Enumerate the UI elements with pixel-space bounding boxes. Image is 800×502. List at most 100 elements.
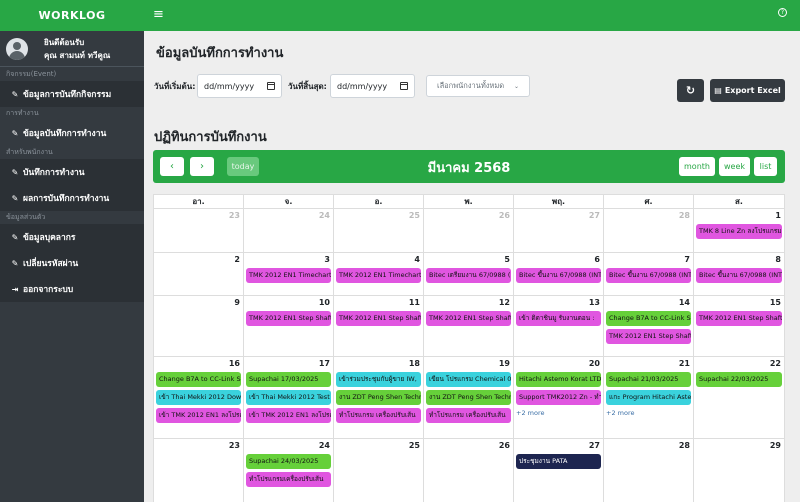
day-number[interactable]: 28	[679, 441, 690, 450]
day-cell[interactable]: 15 TMK 2012 EN1 Step Shaft	[694, 296, 785, 357]
day-number[interactable]: 9	[234, 298, 240, 307]
sidebar-item-logout[interactable]: ⇥ ออกจากระบบ	[0, 276, 144, 302]
day-number[interactable]: 21	[679, 359, 690, 368]
day-cell[interactable]: 10 TMK 2012 EN1 Step Shaft	[244, 296, 334, 357]
day-number[interactable]: 10	[319, 298, 330, 307]
day-cell[interactable]: 23	[154, 209, 244, 253]
calendar-event[interactable]: Support TMK2012 Zn - ทำ	[516, 390, 601, 405]
day-number[interactable]: 27	[589, 441, 600, 450]
day-cell[interactable]: 23	[154, 439, 244, 502]
help-icon[interactable]: ?	[778, 8, 787, 17]
day-cell[interactable]: 25	[334, 209, 424, 253]
day-number[interactable]: 25	[409, 441, 420, 450]
day-cell[interactable]: 13 เข้า ติดาชินมู รับงานตอน :	[514, 296, 604, 357]
day-cell[interactable]: 20 Hitachi Astemo Korat LTD. Support TMK20…	[514, 357, 604, 439]
day-cell[interactable]: 16 Change B7A to CC-Link Sy เข้า Thai Mekk…	[154, 357, 244, 439]
calendar-event[interactable]: TMK 8 Line Zn ลงโปรแกรม	[696, 224, 782, 239]
calendar-event[interactable]: งาน ZDT Peng Shen Techn	[336, 390, 421, 405]
calendar-event[interactable]: เข้า Thai Mekki 2012 Test l	[246, 390, 331, 405]
day-number[interactable]: 15	[770, 298, 781, 307]
day-number[interactable]: 18	[409, 359, 420, 368]
export-excel-button[interactable]: ▤ Export Excel	[710, 79, 785, 102]
day-number[interactable]: 16	[229, 359, 240, 368]
day-number[interactable]: 22	[770, 359, 781, 368]
calendar-event[interactable]: TMK 2012 EN1 Step Shaft	[336, 311, 421, 326]
day-number[interactable]: 4	[414, 255, 420, 264]
calendar-event[interactable]: เข้า Thai Mekki 2012 Down	[156, 390, 241, 405]
sidebar-item-work-results[interactable]: ✎ ผลการบันทึกการทำงาน	[0, 185, 144, 211]
list-view-button[interactable]: list	[754, 157, 777, 176]
refresh-button[interactable]: ↻	[677, 79, 704, 102]
calendar-icon[interactable]	[400, 82, 408, 90]
calendar-event[interactable]: เขียน โปรแกรม Chemical 0	[426, 372, 511, 387]
day-number[interactable]: 26	[499, 441, 510, 450]
day-number[interactable]: 8	[775, 255, 781, 264]
employee-select[interactable]: เลือกพนักงานทั้งหมด ⌄	[426, 75, 530, 97]
day-cell[interactable]: 29	[694, 439, 785, 502]
day-cell[interactable]: 26	[424, 209, 514, 253]
day-number[interactable]: 14	[679, 298, 690, 307]
day-number[interactable]: 27	[589, 211, 600, 220]
day-number[interactable]: 1	[775, 211, 781, 220]
day-number[interactable]: 24	[319, 211, 330, 220]
calendar-event[interactable]: TMK 2012 EN1 Timechart	[336, 268, 421, 283]
day-cell[interactable]: 28	[604, 209, 694, 253]
calendar-event[interactable]: แกะ Program Hitachi Aste	[606, 390, 691, 405]
day-number[interactable]: 19	[499, 359, 510, 368]
day-cell[interactable]: 8 Bitec ขึ้นงาน 67/0988 (INT	[694, 253, 785, 296]
calendar-event[interactable]: ทำโปรแกรมเครื่องปรับเส้น	[246, 472, 331, 487]
calendar-event[interactable]: TMK 2012 EN1 Timechart	[246, 268, 331, 283]
day-number[interactable]: 29	[770, 441, 781, 450]
day-cell[interactable]: 22 Supachai 22/03/2025	[694, 357, 785, 439]
sidebar-item-record-work[interactable]: ✎ บันทึกการทำงาน	[0, 159, 144, 185]
day-number[interactable]: 2	[234, 255, 240, 264]
sidebar-item-activity-log[interactable]: ✎ ข้อมูลการบันทึกกิจกรรม	[0, 81, 144, 107]
day-number[interactable]: 17	[319, 359, 330, 368]
week-view-button[interactable]: week	[719, 157, 750, 176]
day-number[interactable]: 7	[684, 255, 690, 264]
calendar-event[interactable]: Change B7A to CC-Link Sy	[156, 372, 241, 387]
day-number[interactable]: 24	[319, 441, 330, 450]
calendar-event[interactable]: ทำโปรแกรม เครื่องปรับเส้น	[336, 408, 421, 423]
sidebar-item-personnel[interactable]: ✎ ข้อมูลบุคลากร	[0, 224, 144, 250]
more-events-link[interactable]: +2 more	[606, 409, 635, 417]
day-cell[interactable]: 25	[334, 439, 424, 502]
day-number[interactable]: 13	[589, 298, 600, 307]
calendar-event[interactable]: เข้า TMK 2012 EN1 ลงโปรแ	[246, 408, 331, 423]
day-number[interactable]: 6	[594, 255, 600, 264]
day-cell[interactable]: 12 TMK 2012 EN1 Step Shaft	[424, 296, 514, 357]
day-cell[interactable]: 6 Bitec ขึ้นงาน 67/0988 (INT	[514, 253, 604, 296]
day-number[interactable]: 25	[409, 211, 420, 220]
day-cell[interactable]: 27 ประชุมงาน PATA	[514, 439, 604, 502]
calendar-event[interactable]: Hitachi Astemo Korat LTD.	[516, 372, 601, 387]
brand-logo[interactable]: WORKLOG	[0, 0, 144, 31]
calendar-event[interactable]: Supachai 22/03/2025	[696, 372, 782, 387]
calendar-event[interactable]: Supachai 21/03/2025	[606, 372, 691, 387]
day-number[interactable]: 28	[679, 211, 690, 220]
day-cell[interactable]: 4 TMK 2012 EN1 Timechart	[334, 253, 424, 296]
calendar-event[interactable]: TMK 2012 EN1 Step Shaft	[426, 311, 511, 326]
day-cell[interactable]: 3 TMK 2012 EN1 Timechart	[244, 253, 334, 296]
calendar-event[interactable]: Bitec ขึ้นงาน 67/0988 (INT	[606, 268, 691, 283]
calendar-event[interactable]: เข้าร่วมประชุมกับผู้ขาย IW,	[336, 372, 421, 387]
day-cell[interactable]: 7 Bitec ขึ้นงาน 67/0988 (INT	[604, 253, 694, 296]
calendar-event[interactable]: TMK 2012 EN1 Step Shaft	[246, 311, 331, 326]
calendar-icon[interactable]	[267, 82, 275, 90]
calendar-event[interactable]: Supachai 17/03/2025	[246, 372, 331, 387]
day-cell[interactable]: 14 Change B7A to CC-Link Sy TMK 2012 EN1 S…	[604, 296, 694, 357]
day-number[interactable]: 26	[499, 211, 510, 220]
calendar-event[interactable]: TMK 2012 EN1 Step Shaft	[606, 329, 691, 344]
day-cell[interactable]: 26	[424, 439, 514, 502]
calendar-event[interactable]: Supachai 24/03/2025	[246, 454, 331, 469]
hamburger-icon[interactable]: ≡	[153, 7, 164, 22]
sidebar-item-work-log[interactable]: ✎ ข้อมูลบันทึกการทำงาน	[0, 120, 144, 146]
calendar-event[interactable]: Change B7A to CC-Link Sy	[606, 311, 691, 326]
day-number[interactable]: 23	[229, 211, 240, 220]
day-number[interactable]: 20	[589, 359, 600, 368]
day-number[interactable]: 11	[409, 298, 420, 307]
calendar-event[interactable]: ประชุมงาน PATA	[516, 454, 601, 469]
day-cell[interactable]: 9	[154, 296, 244, 357]
calendar-event[interactable]: TMK 2012 EN1 Step Shaft	[696, 311, 782, 326]
calendar-event[interactable]: Bitec ขึ้นงาน 67/0988 (INT	[516, 268, 601, 283]
month-view-button[interactable]: month	[679, 157, 715, 176]
